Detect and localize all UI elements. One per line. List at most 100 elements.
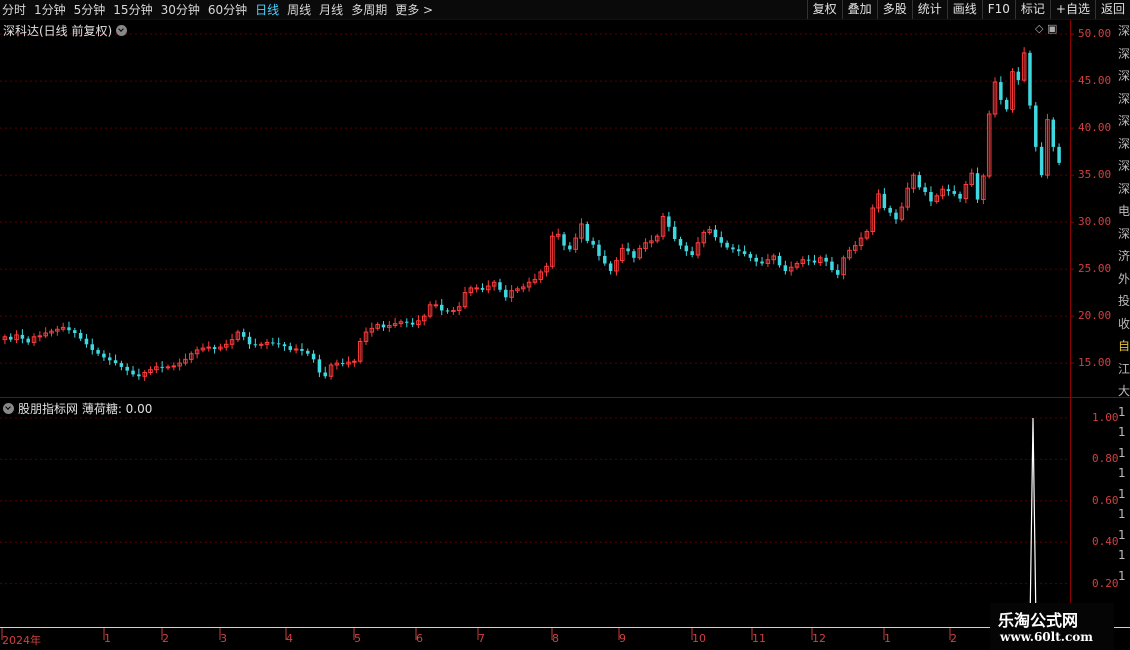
- candle-body: [1028, 52, 1032, 106]
- candle-body: [1051, 119, 1056, 147]
- candle-body: [806, 259, 811, 261]
- candle-body: [137, 374, 141, 377]
- candle-body: [777, 255, 782, 266]
- candle-body: [311, 353, 316, 360]
- candle-body: [323, 372, 327, 377]
- side-text-line: 1: [1118, 466, 1126, 480]
- candle-body: [73, 330, 77, 334]
- candle-body: [8, 336, 13, 340]
- candle-body: [742, 251, 747, 255]
- candle-body: [474, 287, 479, 290]
- candle-body: [562, 234, 566, 246]
- side-text-line: 济: [1118, 249, 1130, 263]
- date-tick-label: 6: [416, 632, 423, 645]
- date-tick-label: 10: [692, 632, 706, 645]
- candle-body: [1039, 146, 1044, 176]
- candle-body: [171, 365, 177, 368]
- candle-body: [451, 309, 456, 312]
- candle-body: [731, 247, 735, 250]
- side-text-line: 1: [1118, 425, 1126, 439]
- chart-title-text: 深科达(日线 前复权): [3, 24, 113, 38]
- candle-body: [78, 333, 83, 339]
- candle-body: [946, 189, 951, 192]
- side-text-line: 江: [1118, 361, 1130, 376]
- side-text-line: 1: [1118, 568, 1126, 583]
- candle-body: [288, 346, 293, 350]
- candle-body: [836, 270, 840, 275]
- candle-body: [67, 327, 71, 331]
- candle-body: [1057, 146, 1061, 163]
- candle-body: [626, 248, 630, 252]
- side-text-line: 深: [1118, 226, 1130, 241]
- side-text-line: 收: [1118, 316, 1130, 331]
- dropdown-circle-icon[interactable]: [116, 25, 128, 36]
- candle-body: [241, 332, 246, 337]
- candle-body: [690, 251, 694, 255]
- candle-body: [952, 191, 956, 194]
- side-text-line: 1: [1118, 548, 1126, 562]
- candle-body: [737, 249, 741, 252]
- candle-body: [20, 334, 25, 339]
- date-tick-label: 1: [884, 632, 891, 645]
- indicator-spike: [1029, 417, 1037, 626]
- candle-body: [888, 208, 892, 213]
- date-tick-label: 1: [104, 632, 111, 645]
- candle-body: [585, 223, 590, 241]
- side-text-line: 自: [1118, 339, 1130, 353]
- side-text-line: 投: [1118, 294, 1130, 308]
- candle-body: [917, 175, 922, 188]
- side-text-line: 外: [1118, 271, 1130, 286]
- candle-body: [783, 265, 788, 271]
- kline-chart[interactable]: [0, 0, 1130, 650]
- candle-body: [667, 216, 671, 227]
- date-tick-label: 3: [220, 632, 227, 645]
- side-text-line: 深: [1118, 136, 1130, 151]
- candle-body: [206, 346, 212, 349]
- candle-body: [253, 344, 258, 346]
- candle-body: [165, 366, 171, 369]
- side-text-line: 1: [1118, 527, 1126, 542]
- chart-tool-icons[interactable]: ◇ ▣: [1035, 22, 1057, 35]
- candle-body: [597, 244, 601, 256]
- candle-body: [84, 338, 89, 345]
- price-tick-label: 50.00: [1078, 27, 1112, 41]
- side-text-line: 1: [1118, 486, 1126, 501]
- candle-body: [247, 336, 252, 345]
- candle-body: [293, 348, 299, 351]
- side-text-line: 1: [1118, 445, 1126, 460]
- indicator-title[interactable]: 股朋指标网 薄荷糖: 0.00: [3, 400, 152, 417]
- price-tick-label: 15.00: [1078, 356, 1112, 370]
- candle-body: [160, 366, 164, 368]
- candle-body: [608, 263, 613, 271]
- candle-body: [119, 363, 124, 367]
- candle-body: [271, 342, 275, 344]
- date-tick-label: 8: [552, 632, 559, 645]
- side-text-line: 深: [1118, 159, 1130, 173]
- dropdown-circle-icon[interactable]: [3, 403, 14, 414]
- watermark-url: www.60lt.com: [1000, 630, 1093, 644]
- candle-body: [824, 257, 828, 262]
- candle-body: [125, 366, 129, 371]
- price-tick-label: 25.00: [1078, 262, 1112, 276]
- window-icon[interactable]: ▣: [1047, 22, 1057, 35]
- side-info-column: 深深深深深深深深电深济外投收自江大111111111: [1118, 24, 1130, 589]
- candle-body: [672, 226, 677, 240]
- indicator-tick-label: 0.80: [1092, 452, 1119, 466]
- side-text-line: 1: [1118, 507, 1126, 521]
- candle-body: [410, 322, 415, 325]
- side-text-line: 深: [1118, 181, 1130, 196]
- date-tick-label: 9: [619, 632, 626, 645]
- candle-body: [306, 350, 310, 354]
- candle-body: [958, 193, 962, 199]
- side-text-line: 深: [1118, 24, 1130, 38]
- indicator-tick-label: 0.60: [1092, 493, 1119, 507]
- side-text-line: 深: [1118, 114, 1130, 128]
- candle-body: [96, 349, 100, 354]
- candle-body: [131, 370, 135, 375]
- diamond-icon[interactable]: ◇: [1035, 22, 1043, 35]
- candle-body: [760, 261, 764, 264]
- date-tick-label: 12: [812, 632, 826, 645]
- main-chart-title[interactable]: 深科达(日线 前复权): [3, 22, 128, 39]
- date-tick-label: 2: [950, 632, 957, 645]
- side-text-line: 大: [1118, 384, 1130, 398]
